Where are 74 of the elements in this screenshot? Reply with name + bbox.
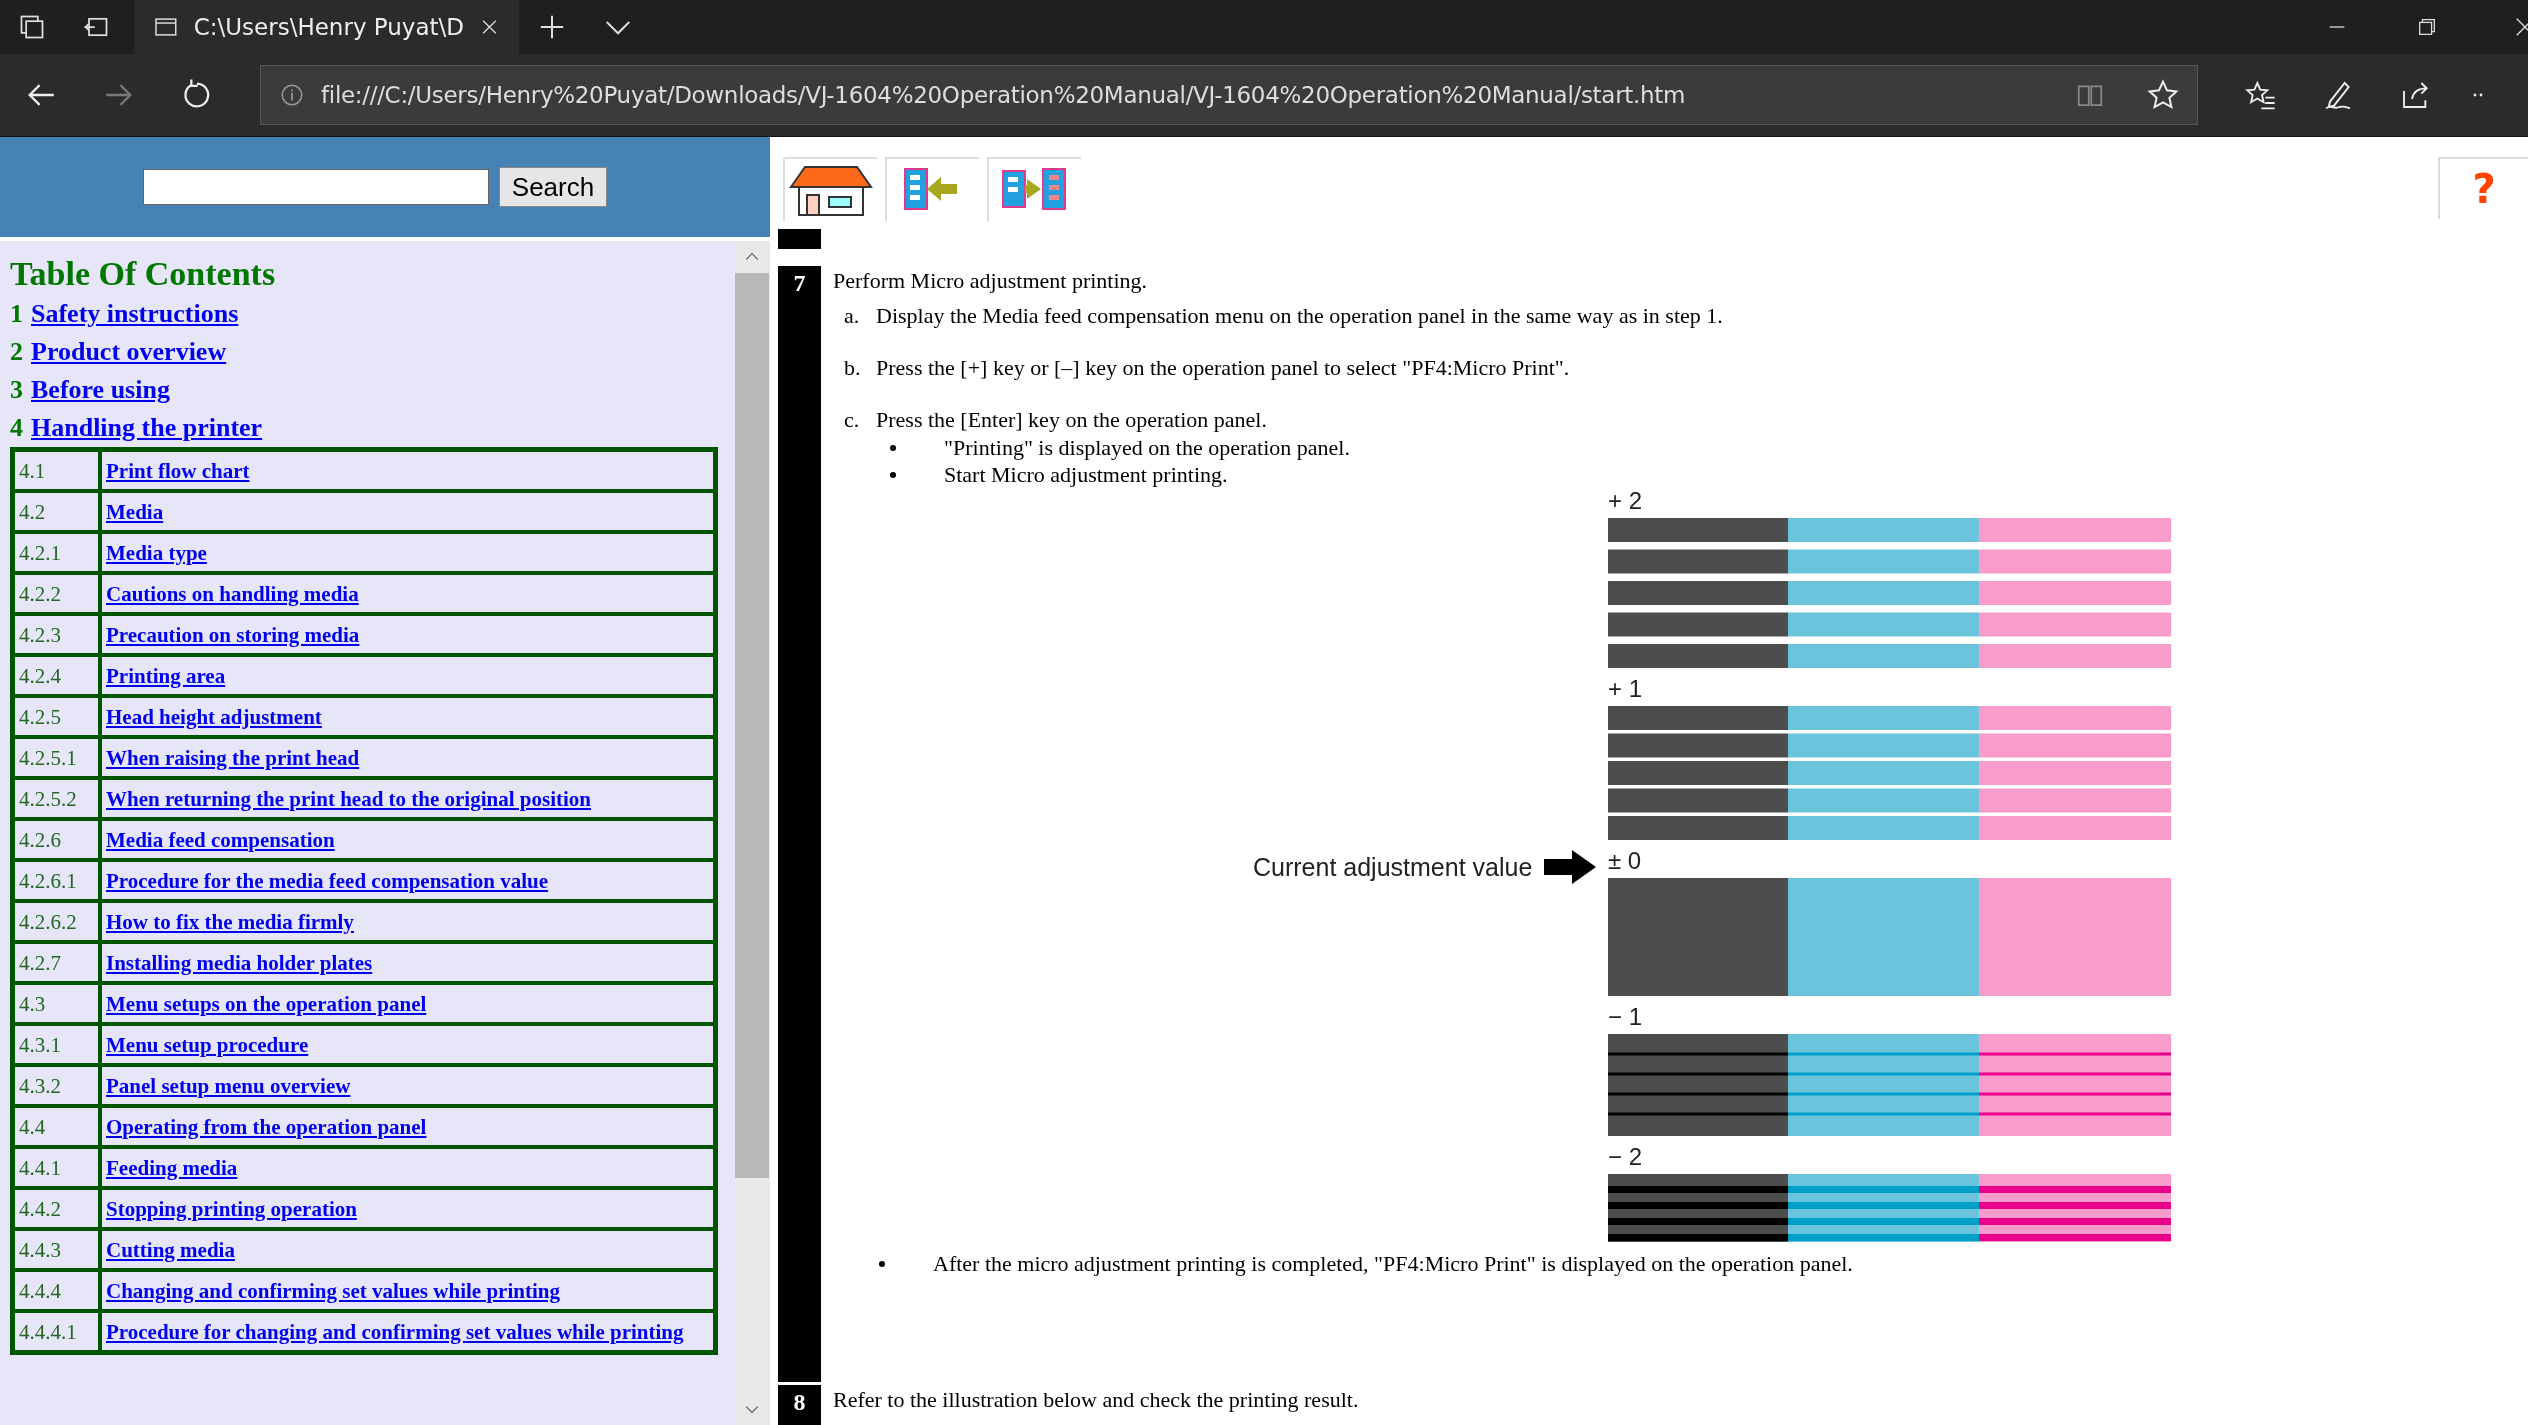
section-number: 4.3.1: [13, 1024, 100, 1065]
substep-marker: a.: [844, 302, 858, 330]
chapter-link[interactable]: Handling the printer: [31, 409, 263, 447]
step-text: Perform Micro adjustment printing.: [833, 267, 1149, 295]
scrollbar[interactable]: [735, 241, 769, 1425]
section-number: 4.4: [13, 1106, 100, 1147]
pattern-label: ± 0: [1608, 847, 1642, 874]
url-text: file:///C:/Users/Henry%20Puyat/Downloads/VJ-1604%20Operation%20Manual/VJ-1604%20Operation%20Manual/start.htm: [321, 82, 1686, 108]
section-number: 4.2.6.1: [13, 860, 100, 901]
substep-marker: b.: [844, 354, 858, 382]
pattern-label: + 1: [1608, 675, 1643, 702]
chapter-link[interactable]: Product overview: [31, 333, 227, 371]
section-link[interactable]: Cutting media: [106, 1237, 235, 1262]
section-number: 4.1: [13, 450, 100, 491]
section-number: 4.2.3: [13, 614, 100, 655]
substep-text: Press the [Enter] key on the operation panel.: [876, 406, 1267, 434]
bullet-icon: [890, 471, 896, 478]
section-number: 4.4.2: [13, 1188, 100, 1229]
section-number: 4.2: [13, 491, 100, 532]
tab-list-icon[interactable]: [18, 13, 46, 41]
section-number: 4.3: [13, 983, 100, 1024]
section-number: 4.2.5.1: [13, 737, 100, 778]
section-link[interactable]: Feeding media: [106, 1155, 238, 1180]
section-number: 4.4.3: [13, 1229, 100, 1270]
section-number: 4.4.4: [13, 1270, 100, 1311]
chapter-number: 4: [10, 412, 23, 444]
toc-title: Table Of Contents: [10, 254, 277, 294]
substep-marker: c.: [844, 406, 858, 434]
bullet-text: "Printing" is displayed on the operation panel.: [944, 434, 1350, 461]
chapter-link[interactable]: Safety instructions: [31, 295, 239, 333]
pattern-label: − 1: [1608, 1003, 1643, 1030]
pattern-label: + 2: [1608, 487, 1643, 514]
section-number: 4.4.1: [13, 1147, 100, 1188]
section-number: 4.2.6: [13, 819, 100, 860]
scrollbar-thumb[interactable]: [735, 273, 769, 1178]
bullet-text: Start Micro adjustment printing.: [944, 461, 1228, 488]
search-field[interactable]: [142, 169, 489, 205]
step-text: Refer to the illustration below and check the printing result.: [832, 1386, 1359, 1414]
pattern-label: − 2: [1608, 1143, 1643, 1170]
info-icon[interactable]: [279, 82, 305, 108]
section-number: 4.2.4: [13, 655, 100, 696]
section-number: 4.3.2: [13, 1065, 100, 1106]
bullet-icon: [879, 1260, 885, 1267]
section-link[interactable]: Printing area: [106, 663, 226, 688]
chapter-link[interactable]: Before using: [31, 371, 170, 409]
section-number: 4.4.4.1: [13, 1311, 100, 1352]
section-number: 4.2.1: [13, 532, 100, 573]
search-button[interactable]: Search: [498, 167, 608, 207]
section-number: 4.2.5: [13, 696, 100, 737]
section-number: 4.2.5.2: [13, 778, 100, 819]
section-number: 4.2.7: [13, 942, 100, 983]
restore-icon[interactable]: [2416, 16, 2438, 38]
section-number: 4.2.6.2: [13, 901, 100, 942]
callout-label: Current adjustment value: [1253, 852, 1533, 882]
section-link[interactable]: Media: [106, 499, 164, 524]
chapter-number: 3: [10, 374, 23, 406]
chapter-number: 2: [10, 336, 23, 368]
favorites-icon[interactable]: [2244, 79, 2276, 111]
chapter-number: 1: [10, 298, 23, 330]
arrow-icon: [1544, 850, 1597, 884]
step-number-bar: 7: [778, 266, 821, 1382]
section-link[interactable]: Print flow chart: [106, 458, 250, 483]
section-number: 4.2.2: [13, 573, 100, 614]
bullet-icon: [890, 444, 896, 451]
bullet-text: After the micro adjustment printing is completed, "PF4:Micro Print" is displayed on the operation panel.: [933, 1250, 1853, 1277]
substep-text: Press the [+] key or [–] key on the operation panel to select "PF4:Micro Print".: [876, 354, 1570, 382]
browser-tab[interactable]: C:\Users\Henry Puyat\D: [134, 0, 519, 54]
section-link[interactable]: Media type: [106, 540, 207, 565]
star-icon[interactable]: [2147, 79, 2179, 111]
step-marker: [778, 228, 821, 249]
address-field[interactable]: file:///C:/Users/Henry%20Puyat/Downloads/VJ-1604%20Operation%20Manual/VJ-1604%20Operation%20Manual/start.htm: [260, 65, 2198, 125]
tab-title: C:\Users\Henry Puyat\D: [193, 14, 465, 40]
step-number-bar: 8: [778, 1385, 821, 1425]
substep-text: Display the Media feed compensation menu on the operation panel in the same way as in step 1.: [876, 302, 1723, 330]
